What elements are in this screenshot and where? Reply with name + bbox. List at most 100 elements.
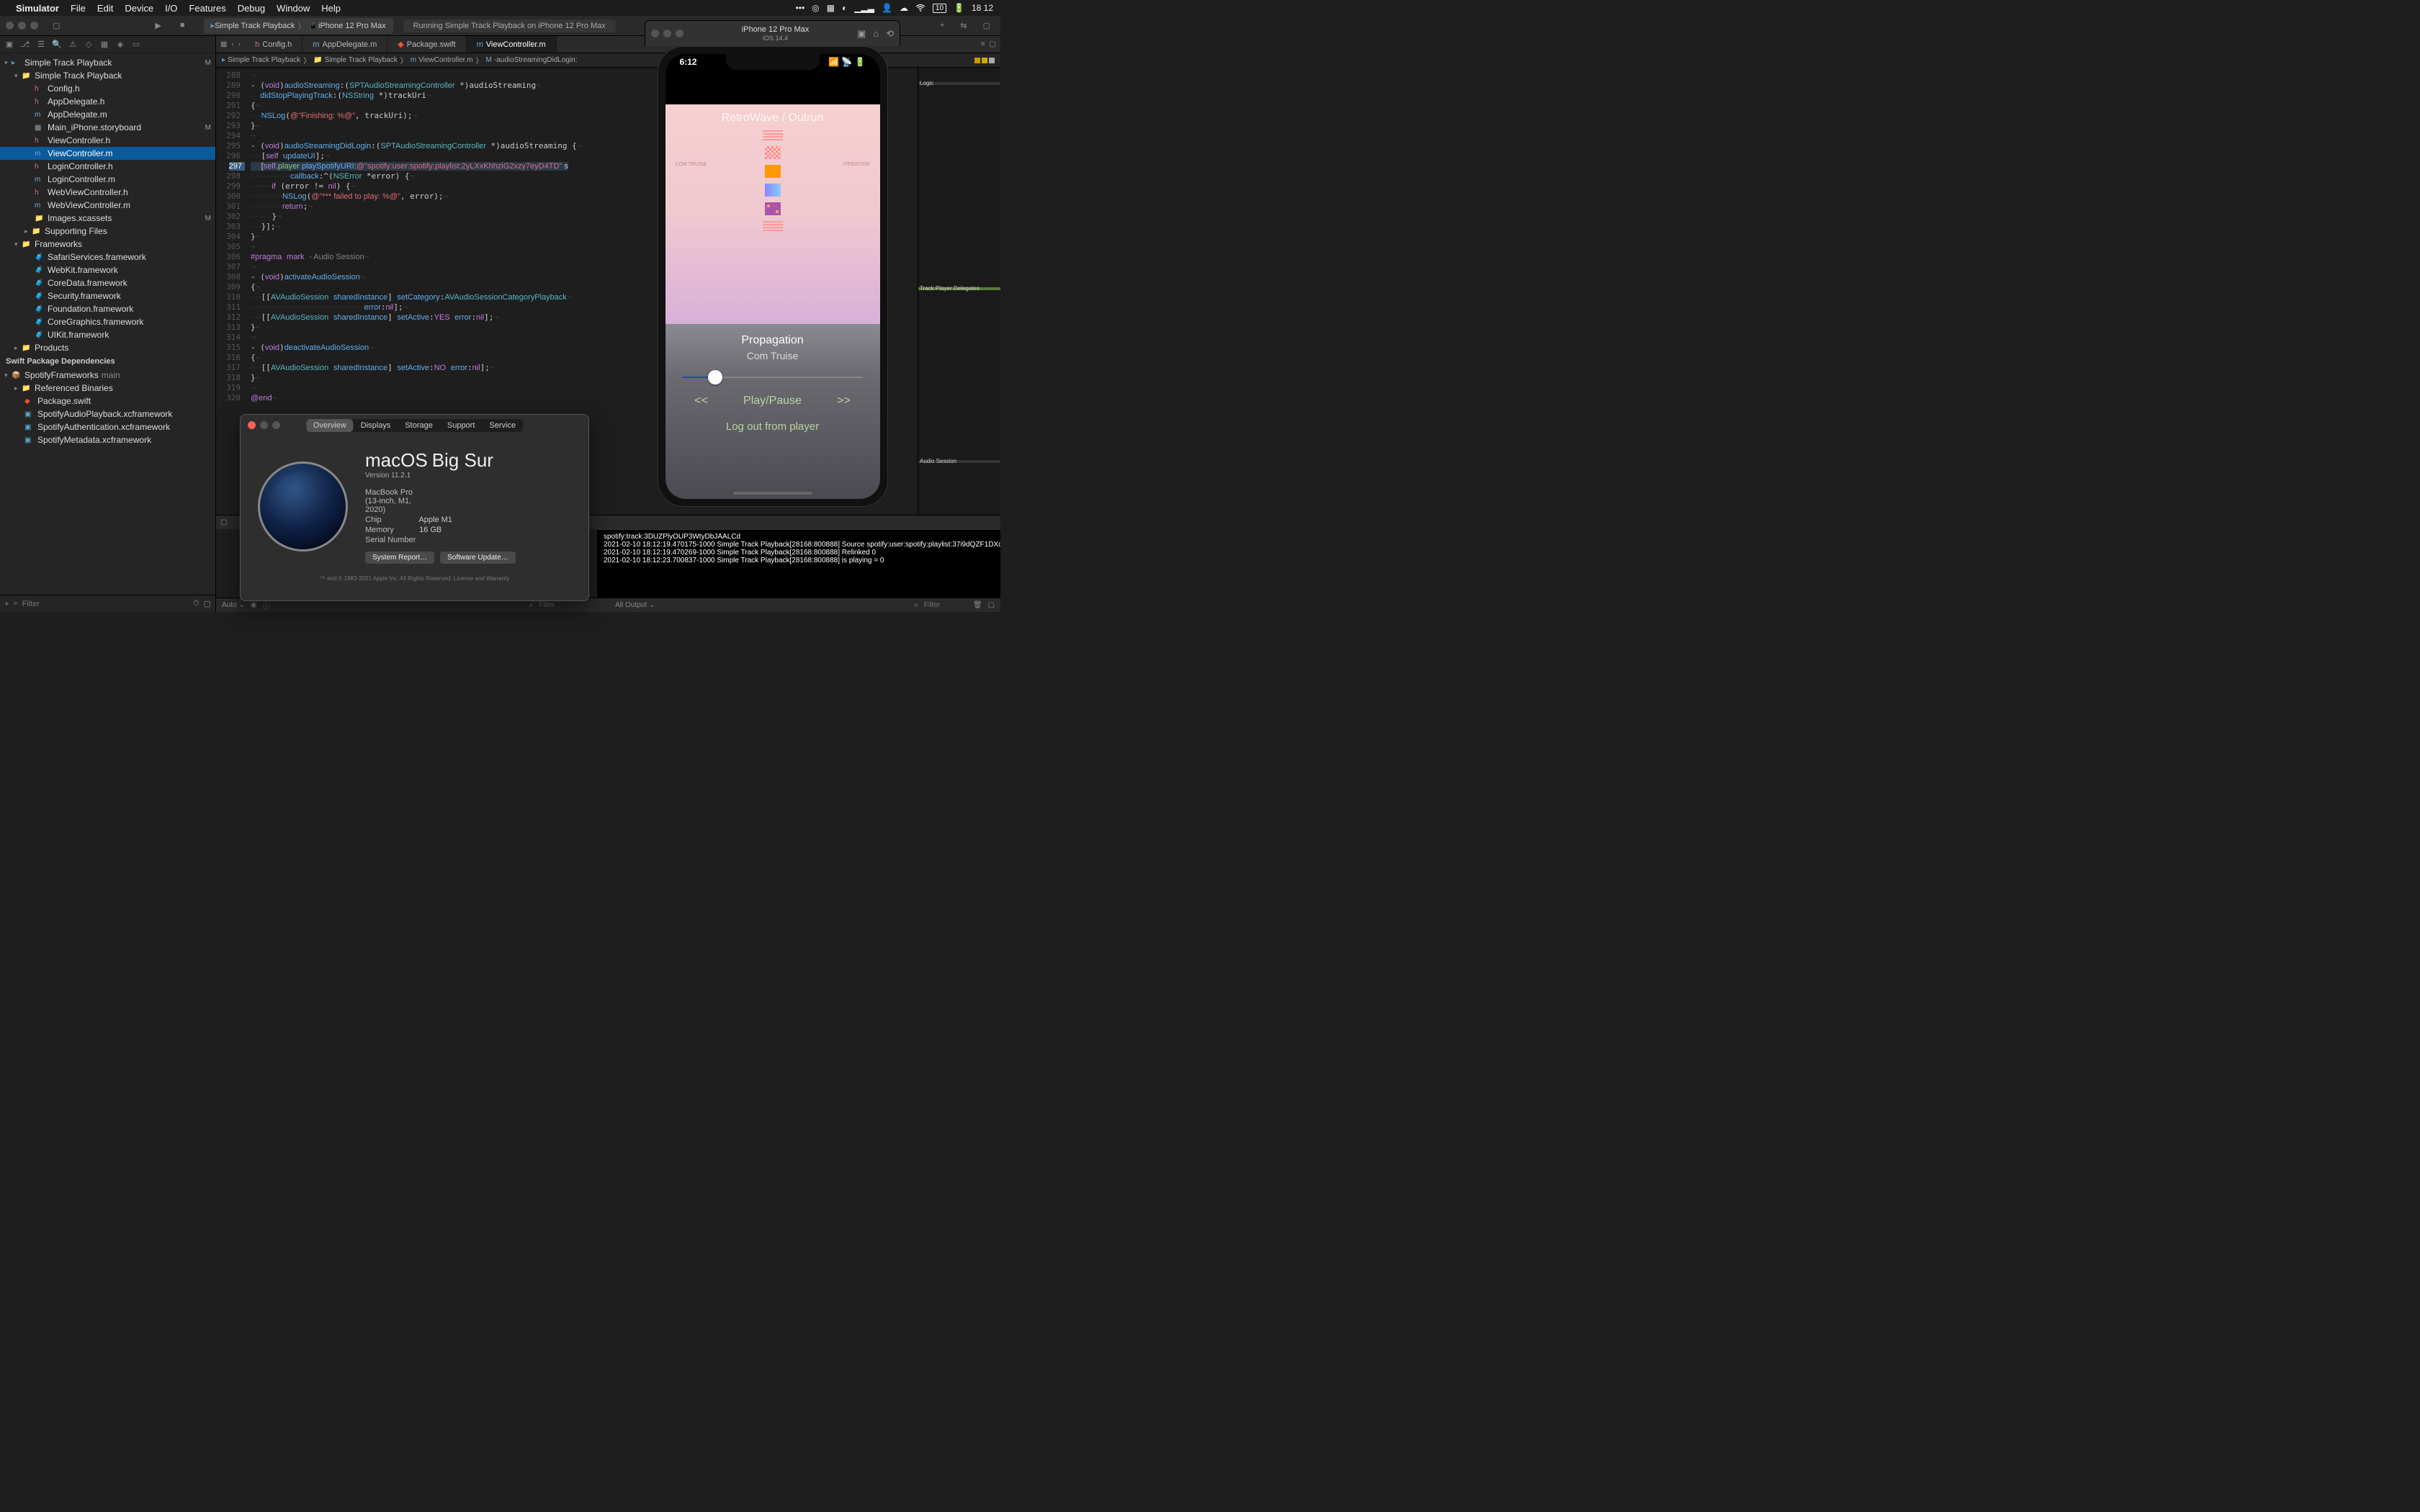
menu-debug[interactable]: Debug [238, 3, 265, 14]
play-pause-button[interactable]: Play/Pause [743, 395, 802, 408]
status-battery-icon[interactable]: 🔋 [954, 3, 964, 13]
tree-file[interactable]: 🧳UIKit.framework [0, 328, 215, 341]
auto-selector[interactable]: Auto ⌄ [222, 601, 245, 609]
progress-slider[interactable] [683, 370, 863, 384]
status-dots-icon[interactable]: ••• [796, 3, 805, 13]
about-window[interactable]: Overview Displays Storage Support Servic… [240, 414, 589, 601]
tab-overview[interactable]: Overview [306, 419, 354, 432]
scope-icon[interactable]: ▢ [204, 599, 211, 608]
tree-file[interactable]: ◆Package.swift [0, 395, 215, 408]
panel-icon[interactable]: ▢ [988, 601, 995, 609]
navigator-selector[interactable]: ▣ ⎇ ☰ 🔍 ⚠ ◇ ▦ ◈ ▭ [0, 36, 215, 53]
tree-group[interactable]: ▸📁Products [0, 341, 215, 354]
tree-package[interactable]: ▾📦SpotifyFrameworks main [0, 369, 215, 382]
issue-nav-icon[interactable]: ⚠ [68, 40, 78, 49]
tree-file[interactable]: hViewController.h [0, 134, 215, 147]
tree-file[interactable]: mLoginController.m [0, 173, 215, 186]
status-cloud-icon[interactable]: ☁ [900, 3, 908, 13]
tab-config[interactable]: hConfig.h [245, 36, 302, 53]
about-tabs[interactable]: Overview Displays Storage Support Servic… [306, 419, 523, 432]
status-wifi-icon[interactable] [915, 4, 926, 12]
menu-window[interactable]: Window [277, 3, 310, 14]
add-button[interactable]: + [940, 21, 944, 30]
tab-displays[interactable]: Displays [354, 419, 398, 432]
info-icon[interactable]: ⓘ [262, 600, 269, 611]
tree-group[interactable]: ▾📁Simple Track Playback [0, 69, 215, 82]
navigator-filter-bar[interactable]: + ⌕ ⏱ ▢ [0, 595, 215, 612]
report-nav-icon[interactable]: ▭ [131, 40, 141, 49]
symbol-nav-icon[interactable]: ☰ [36, 40, 46, 49]
tree-file[interactable]: ▣SpotifyMetadata.xcframework [0, 433, 215, 446]
tree-file[interactable]: 🧳CoreGraphics.framework [0, 315, 215, 328]
tree-file[interactable]: mAppDelegate.m [0, 108, 215, 121]
tree-file[interactable]: hWebViewController.h [0, 186, 215, 199]
filter-icon[interactable]: ⌕ [13, 599, 17, 608]
add-icon[interactable]: + [4, 600, 9, 608]
menu-features[interactable]: Features [189, 3, 225, 14]
simulator-window[interactable]: iPhone 12 Pro Max iOS 14.4 ▣ ⌂ ⟲ 6:12 📶 … [645, 20, 900, 553]
status-user-icon[interactable]: 👤 [882, 3, 892, 13]
status-time[interactable]: 18 12 [972, 3, 993, 13]
vars-filter-input[interactable] [539, 601, 582, 609]
issue-strip[interactable] [974, 58, 995, 63]
tree-file[interactable]: hLoginController.h [0, 160, 215, 173]
library-button[interactable]: ⇆ [960, 21, 967, 30]
tree-file[interactable]: 🧳CoreData.framework [0, 276, 215, 289]
window-traffic-lights[interactable] [6, 22, 38, 30]
test-nav-icon[interactable]: ◇ [84, 40, 94, 49]
console-filter-input[interactable] [924, 601, 967, 609]
status-date[interactable]: 10 [933, 4, 946, 13]
debug-nav-icon[interactable]: ▦ [99, 40, 109, 49]
filter-icon[interactable]: ⌕ [914, 601, 918, 609]
home-icon[interactable]: ⌂ [873, 28, 879, 40]
about-titlebar[interactable]: Overview Displays Storage Support Servic… [241, 415, 588, 435]
tab-appdelegate[interactable]: mAppDelegate.m [302, 36, 387, 53]
adjust-editor-icon[interactable]: ▢ [990, 40, 996, 48]
trash-icon[interactable]: 🗑 [973, 601, 982, 609]
status-grid-icon[interactable]: ▦ [827, 3, 835, 13]
source-control-nav-icon[interactable]: ⎇ [20, 40, 30, 49]
tab-storage[interactable]: Storage [398, 419, 440, 432]
clock-icon[interactable]: ⏱ [193, 599, 200, 608]
tree-file[interactable]: ▣SpotifyAudioPlayback.xcframework [0, 408, 215, 420]
nav-fwd-icon[interactable]: › [238, 40, 241, 48]
tab-package[interactable]: ◆Package.swift [387, 36, 466, 53]
screenshot-icon[interactable]: ▣ [857, 28, 866, 40]
tab-viewcontroller[interactable]: mViewController.m [467, 36, 557, 53]
stop-button[interactable]: ■ [180, 21, 185, 30]
project-nav-icon[interactable]: ▣ [4, 40, 14, 49]
filter-icon[interactable]: ⌕ [529, 601, 534, 609]
tree-project-root[interactable]: ▾▸Simple Track PlaybackM [0, 56, 215, 69]
eye-icon[interactable]: ◉ [251, 601, 257, 609]
sidebar-toggle-icon[interactable]: ▢ [53, 21, 60, 30]
simulator-titlebar[interactable]: iPhone 12 Pro Max iOS 14.4 ▣ ⌂ ⟲ [645, 20, 900, 46]
menu-file[interactable]: File [71, 3, 86, 14]
status-toggle-icon[interactable]: ◐ [842, 3, 847, 13]
nav-back-icon[interactable]: ‹ [231, 40, 233, 48]
menu-device[interactable]: Device [125, 3, 153, 14]
tree-file[interactable]: 🧳WebKit.framework [0, 264, 215, 276]
tree-file[interactable]: mWebViewController.m [0, 199, 215, 212]
tree-group[interactable]: ▾📁Frameworks [0, 238, 215, 251]
tree-file[interactable]: 🧳Foundation.framework [0, 302, 215, 315]
prev-button[interactable]: << [694, 395, 708, 408]
tab-support[interactable]: Support [440, 419, 483, 432]
menu-io[interactable]: I/O [165, 3, 177, 14]
menubar-app-name[interactable]: Simulator [16, 3, 59, 14]
status-circle-icon[interactable]: ◎ [812, 3, 819, 13]
tree-group[interactable]: ▸📁Supporting Files [0, 225, 215, 238]
run-button[interactable]: ▶ [155, 21, 161, 30]
tree-file[interactable]: hAppDelegate.h [0, 95, 215, 108]
tree-file[interactable]: 🧳Security.framework [0, 289, 215, 302]
menu-edit[interactable]: Edit [97, 3, 113, 14]
software-update-button[interactable]: Software Update… [440, 552, 516, 564]
tree-file[interactable]: hConfig.h [0, 82, 215, 95]
menu-help[interactable]: Help [321, 3, 341, 14]
tree-file[interactable]: 📁Images.xcassetsM [0, 212, 215, 225]
inspector-toggle-icon[interactable]: ▢ [983, 21, 990, 30]
console-toggle-icon[interactable]: ▢ [220, 518, 227, 526]
tab-service[interactable]: Service [482, 419, 523, 432]
editor-mode-icon[interactable]: ≡ [981, 40, 985, 48]
project-navigator-tree[interactable]: ▾▸Simple Track PlaybackM ▾📁Simple Track … [0, 53, 215, 595]
status-graph-icon[interactable]: ▁▂▃ [854, 3, 874, 13]
